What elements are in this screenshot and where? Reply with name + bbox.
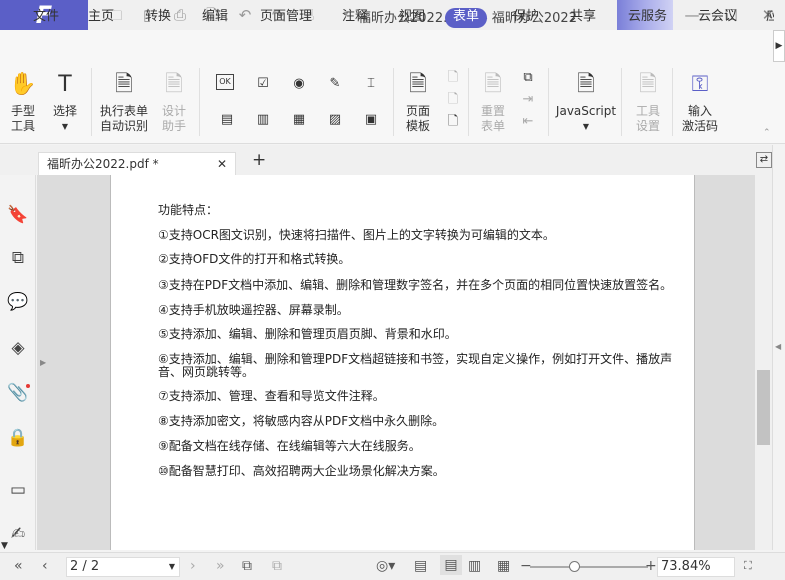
text-select-icon: T [58,72,72,97]
last-page-button[interactable]: » [216,556,225,576]
feature-line: ②支持OFD文件的打开和格式转换。 [158,252,351,266]
security-lock-icon[interactable]: 🔒 [6,426,30,450]
page-number-input[interactable]: 2 / 2 ▼ [66,557,180,577]
read-mode-icon[interactable]: ◎▾ [376,556,395,576]
layers-icon[interactable]: ◈ [6,336,30,360]
continuous-facing-icon[interactable]: ▦ [497,556,510,576]
menu-form[interactable]: 表单 [445,8,488,28]
menu-home[interactable]: 主页 [80,8,122,28]
menu-page-manage[interactable]: 页面管理 [252,8,320,28]
fullscreen-icon[interactable]: ⛶ [744,556,752,576]
menu-share[interactable]: 共享 [562,8,604,28]
key-icon: ⚿ [691,72,709,97]
menu-file[interactable]: 文件 [25,8,67,28]
collapse-ribbon-icon[interactable]: ⌃ [763,128,771,138]
zoom-slider-handle[interactable] [569,561,580,572]
signature-field-icon[interactable]: ✎ [324,74,346,94]
comment-icon[interactable]: 💬 [6,290,30,314]
javascript-icon: 🗎 [577,72,595,97]
expand-panel-icon[interactable]: ▶ [40,358,46,367]
menu-meeting[interactable]: 云会议 [690,8,745,28]
barcode-icon[interactable]: ▦ [288,110,310,130]
text-field-icon[interactable]: ⌶ [360,74,382,94]
settings-icon: 🗎 [639,72,657,97]
push-button-field[interactable]: OK [216,74,234,90]
scrollbar-thumb[interactable] [757,370,770,445]
reset-form-button[interactable]: 🗎 重置 表单 [475,70,511,134]
feature-line: ⑤支持添加、编辑、删除和管理页眉页脚、背景和水印。 [158,327,457,341]
checkbox-field-icon[interactable]: ☑ [252,74,274,94]
auto-form-recognition-button[interactable]: 🗎 执行表单 自动识别 [96,70,152,134]
date-field-icon[interactable]: ▣ [360,110,382,130]
feature-line: ⑨配备文档在线存储、在线编辑等六大在线服务。 [158,439,421,453]
menu-scroll-right-icon[interactable]: ▶ [773,30,785,62]
page-template-icon: 🗎 [409,72,427,97]
tab-list-icon[interactable]: ⇄ [756,152,772,168]
pages-icon[interactable]: ⧉ [6,246,30,270]
bookmark-icon[interactable]: 🔖 [6,203,30,227]
menu-view[interactable]: 视图 [391,8,433,28]
menu-more[interactable]: 应 [760,8,774,28]
list-box-icon[interactable]: ▥ [252,110,274,130]
next-page-button[interactable]: › [190,556,196,576]
expand-right-panel-icon[interactable]: ◀ [775,342,781,351]
feature-line: ⑥支持添加、编辑、删除和管理PDF文档超链接和书签，实现自定义操作，例如打开文件… [158,352,673,379]
feature-line: ⑧支持添加密文，将敏感内容从PDF文档中永久删除。 [158,414,445,428]
menu-protect[interactable]: 保护 [505,8,547,28]
activation-code-button[interactable]: ⚿ 输入 激活码 [678,70,722,134]
import-export-icon[interactable]: ⧉ [517,68,539,88]
hand-icon: ✋ [9,72,37,97]
select-tool-button[interactable]: T 选择 ▼ [47,70,83,134]
single-page-icon[interactable]: ▤ [414,556,427,576]
menu-comment[interactable]: 注释 [334,8,376,28]
vertical-scrollbar[interactable] [755,175,772,550]
combo-box-icon[interactable]: ▤ [216,110,238,130]
radio-field-icon[interactable]: ◉ [288,74,310,94]
form-data-icon[interactable]: 🗋 [442,112,464,132]
feature-line: ③支持在PDF文档中添加、编辑、删除和管理数字签名，并在多个页面的相同位置快速放… [158,278,673,292]
export-icon[interactable]: ⇤ [517,112,539,132]
prev-view-icon[interactable]: ⧉ [242,556,252,576]
attachment-badge [26,384,30,388]
signature-icon[interactable]: ✍ [6,522,30,546]
design-assistant-button[interactable]: 🗎 设计 助手 [156,70,192,134]
zoom-input[interactable]: 73.84% [657,557,735,577]
menu-bar [0,30,785,62]
reset-icon: 🗎 [484,72,502,97]
menu-convert[interactable]: 转换 [137,8,179,28]
feature-line: ⑩配备智慧打印、高效招聘两大企业场景化解决方案。 [158,464,445,478]
menu-edit[interactable]: 编辑 [194,8,236,28]
doc-heading: 功能特点： [158,203,219,217]
sidebar-more-icon[interactable]: ▼ [1,541,8,551]
facing-page-icon[interactable]: ▥ [468,556,481,576]
javascript-button[interactable]: 🗎 JavaScript ▼ [555,70,617,134]
design-info-icon: 🗎 [165,72,183,97]
new-tab-button[interactable]: + [252,150,266,170]
document-tab[interactable]: 福昕办公2022.pdf * ✕ [38,152,236,176]
feature-line: ⑦支持添加、管理、查看和导览文件注释。 [158,389,385,403]
feature-line: ①支持OCR图文识别，快速将扫描件、图片上的文字转换为可编辑的文本。 [158,228,555,242]
hand-tool-button[interactable]: ✋ 手型 工具 [5,70,41,134]
form-edit-icon[interactable]: 🗋 [442,68,464,88]
feature-line: ④支持手机放映遥控器、屏幕录制。 [158,303,349,317]
image-field-icon[interactable]: ▨ [324,110,346,130]
first-page-button[interactable]: « [14,556,23,576]
tool-settings-button[interactable]: 🗎 工具 设置 [628,70,668,134]
menu-cloud[interactable]: 云服务 [620,8,675,28]
page-template-button[interactable]: 🗎 页面 模板 [400,70,436,134]
next-view-icon[interactable]: ⧉ [272,556,282,576]
form-run-icon: 🗎 [115,72,133,97]
form-fields-icon[interactable]: ▭ [6,478,30,502]
zoom-in-button[interactable]: + [645,556,657,576]
zoom-slider[interactable] [530,566,648,568]
prev-page-button[interactable]: ‹ [42,556,48,576]
form-calc-icon[interactable]: 🗋 [442,90,464,110]
close-tab-icon[interactable]: ✕ [217,153,227,175]
import-icon[interactable]: ⇥ [517,90,539,110]
continuous-page-icon[interactable]: ▤ [440,555,462,575]
